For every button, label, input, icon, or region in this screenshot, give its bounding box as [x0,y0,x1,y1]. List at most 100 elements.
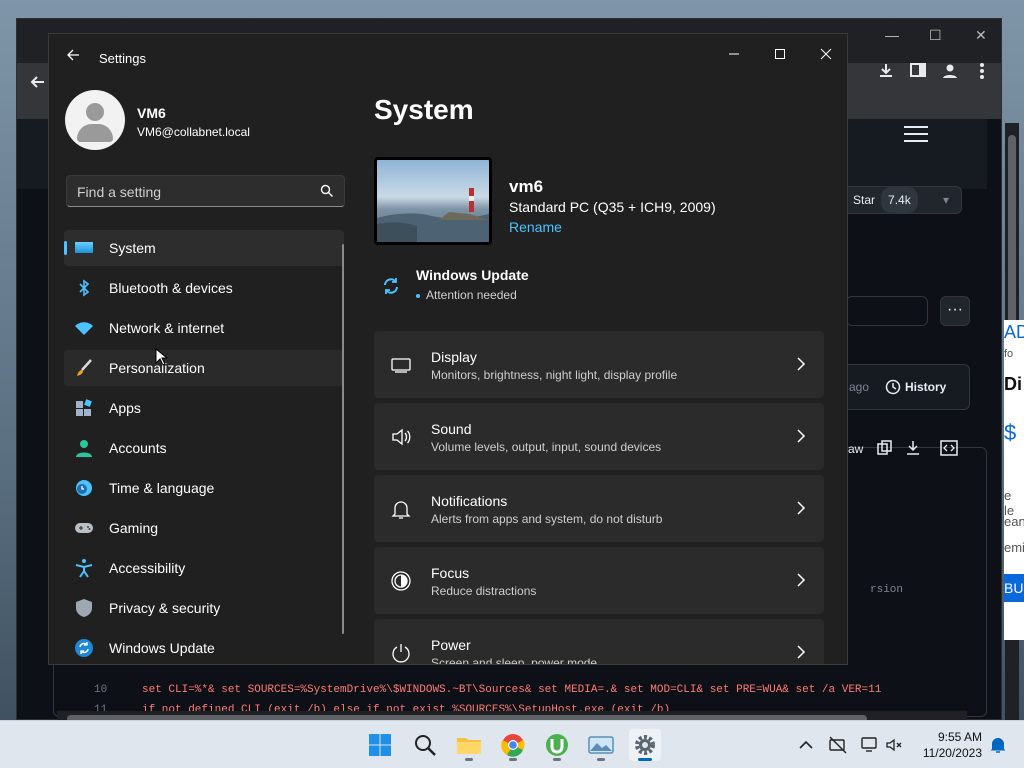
history-icon [885,379,901,398]
browser-maximize-button[interactable]: ☐ [929,27,942,44]
browser-back-icon[interactable] [28,72,48,92]
sidebar-item-label: Windows Update [109,640,215,656]
sidebar-item-personalization[interactable]: Personalization [64,350,344,386]
sidebar-item-label: Time & language [109,480,215,496]
file-search-input[interactable] [846,296,928,326]
side-button[interactable]: BU [1004,574,1024,602]
user-email: VM6@collabnet.local [137,125,250,139]
side-panel-icon[interactable] [908,62,928,82]
card-title: Focus [431,565,470,581]
sidebar-scrollbar[interactable] [342,244,344,634]
minimize-button[interactable] [711,40,757,70]
file-explorer-icon[interactable] [453,729,485,761]
windows-start-icon[interactable] [364,729,396,761]
download-icon[interactable] [876,62,896,82]
settings-window[interactable]: Settings VM6 VM6@collabnet.local Find a … [48,33,848,665]
sidebar-item-accounts[interactable]: Accounts [64,430,344,466]
chevron-right-icon [796,572,806,588]
network-monitor-icon[interactable] [860,735,880,755]
windows-update-status: Attention needed [416,288,517,302]
sidebar-item-bluetooth[interactable]: Bluetooth & devices [64,270,344,306]
copy-icon[interactable] [876,439,894,460]
sidebar-item-time-language[interactable]: Time & language [64,470,344,506]
scrollbar-thumb[interactable] [1008,135,1016,335]
chrome-icon[interactable] [497,729,529,761]
sidebar-item-system[interactable]: System [64,230,344,266]
network-off-icon[interactable] [828,735,848,755]
line-number: 10 [94,684,108,696]
notifications-card[interactable]: Notifications Alerts from apps and syste… [374,475,824,542]
device-name: vm6 [509,177,544,196]
volume-muted-icon[interactable] [884,735,904,755]
sidebar-item-label: Bluetooth & devices [109,280,233,296]
gamepad-icon [74,518,94,538]
profile-icon[interactable] [940,62,960,82]
side-text: Di [1004,374,1022,394]
sidebar-item-accessibility[interactable]: Accessibility [64,550,344,586]
wifi-icon [74,318,94,338]
sound-card[interactable]: Sound Volume levels, output, input, soun… [374,403,824,470]
side-text: AD [1004,322,1024,342]
close-button[interactable] [803,40,847,70]
browser-minimize-button[interactable]: — [885,27,899,43]
raw-button[interactable]: aw [848,442,863,456]
sidebar-item-windows-update[interactable]: Windows Update [64,630,344,664]
device-wallpaper-thumbnail [374,157,492,245]
code-view-icon[interactable] [940,439,958,460]
photos-icon[interactable] [585,729,617,761]
sidebar-item-apps[interactable]: Apps [64,390,344,426]
sidebar-item-label: Apps [109,400,141,416]
more-options-button[interactable]: ··· [940,296,970,326]
side-text: ean [1004,514,1024,529]
status-text: Attention needed [426,288,517,302]
power-card[interactable]: Power Screen and sleep, power mode [374,619,824,664]
side-text: $ [1004,420,1017,445]
hamburger-menu-icon[interactable] [904,126,928,144]
shield-icon [74,598,94,618]
side-text: fo [1004,348,1014,360]
settings-gear-icon[interactable] [629,729,661,761]
history-link[interactable]: History [905,380,946,394]
device-model: Standard PC (Q35 + ICH9, 2009) [509,199,716,215]
search-placeholder: Find a setting [77,184,162,200]
card-subtitle: Reduce distractions [431,584,537,598]
maximize-button[interactable] [757,40,803,70]
mouse-cursor-icon [155,348,167,366]
system-clock[interactable]: 9:55 AM 11/20/2023 [923,729,982,761]
sidebar-item-privacy[interactable]: Privacy & security [64,590,344,626]
star-label: Star [853,193,876,207]
windows-update-icon[interactable] [380,275,402,297]
chevron-right-icon [796,356,806,372]
chevron-right-icon [796,500,806,516]
card-title: Notifications [431,493,508,509]
sidebar-item-label: Accounts [109,440,167,456]
display-card[interactable]: Display Monitors, brightness, night ligh… [374,331,824,398]
avatar[interactable] [65,90,125,150]
download-file-icon[interactable] [904,439,922,460]
rename-link[interactable]: Rename [509,219,562,235]
back-arrow-icon[interactable] [63,48,83,68]
notification-bell-icon[interactable] [988,735,1008,755]
sidebar-item-gaming[interactable]: Gaming [64,510,344,546]
sidebar-item-network[interactable]: Network & internet [64,310,344,346]
browser-close-button[interactable]: ✕ [975,27,987,44]
focus-card[interactable]: Focus Reduce distractions [374,547,824,614]
kebab-menu-icon[interactable] [972,62,992,82]
sidebar-item-label: Privacy & security [109,600,221,616]
sidebar-item-label: System [109,240,156,256]
version-text: rsion [870,584,904,596]
search-icon[interactable] [409,729,441,761]
chevron-down-icon[interactable]: ▾ [943,187,949,213]
utorrent-icon[interactable] [541,729,573,761]
clock-globe-icon [74,478,94,498]
card-subtitle: Volume levels, output, input, sound devi… [431,440,662,454]
star-button[interactable]: Star 7.4k ▾ [836,186,962,214]
speaker-icon [390,426,412,448]
windows-update-title[interactable]: Windows Update [416,267,529,283]
commit-time: ago [849,380,870,394]
chevron-up-icon[interactable] [796,735,816,755]
sidebar-nav: System Bluetooth & devices Network & int… [64,230,344,664]
search-input[interactable]: Find a setting [66,175,345,207]
star-count: 7.4k [881,187,918,213]
sidebar-item-label: Gaming [109,520,159,536]
